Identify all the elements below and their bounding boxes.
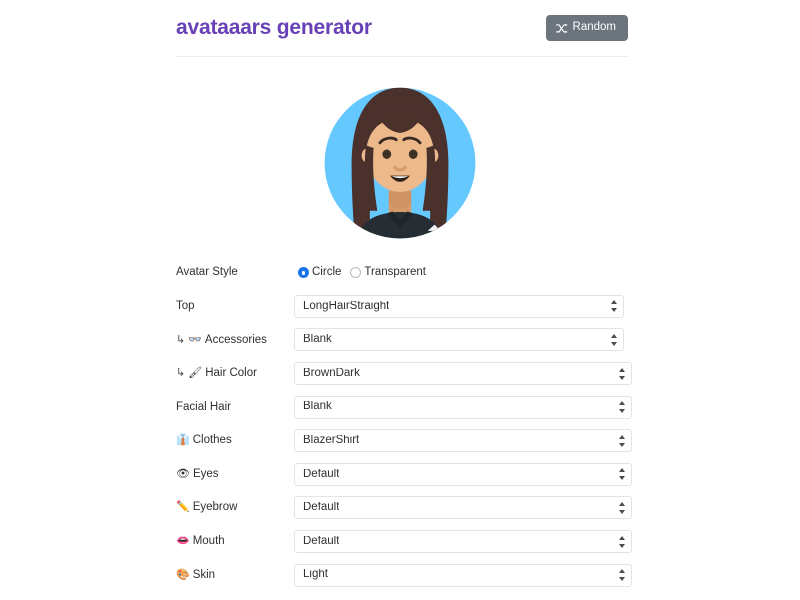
row-label-text: Eyes [192,467,219,480]
select-value: BlazerShirt [303,435,360,447]
sub-arrow-icon: ↳ [176,367,186,380]
shuffle-icon [555,23,568,34]
select-value: LongHairStraight [303,300,390,312]
random-button-label: Random [572,21,616,34]
radio-dot-transparent[interactable] [350,267,362,279]
hairbrush-icon: 🖌 [188,367,203,380]
control-zone: Default [294,458,636,492]
row-label-text: Facial Hair [176,400,231,413]
row-label-text: Eyebrow [192,501,238,514]
control-zone: LongHairStraight [294,290,636,324]
avatar-eye-right [408,149,418,159]
row-label-text: Accessories [204,333,267,346]
row-label-clothes: 👔 Clothes [176,433,294,448]
palette-icon: 🎨 [176,568,190,581]
row-label-hair-color: ↳ 🖌 Hair Color [176,366,294,381]
select-mouth[interactable]: Default [294,530,632,554]
avatar-eye-left [382,149,392,159]
select-skin[interactable]: Light [294,563,632,587]
eye-icon: 👁 [176,467,190,480]
row-label-text: Skin [192,568,216,581]
radio-circle[interactable]: Circle [298,267,341,279]
control-zone: Blank [294,390,636,424]
avatar-style-radio-group: Circle Transparent [294,267,426,279]
control-zone: Default [294,491,636,525]
sub-arrow-icon: ↳ [176,333,186,346]
form-row: ↳ 👓 Accessories Blank [176,323,636,357]
select-value: Blank [303,401,332,413]
form-row: ✏️ Eyebrow Default [176,491,636,525]
form-row: 👄 Mouth Default [176,525,636,559]
row-label-avatar-style: Avatar Style [176,265,294,280]
row-label-eyes: 👁 Eyes [176,467,294,482]
glasses-icon: 👓 [188,333,202,346]
row-label-text: Mouth [192,535,225,548]
select-stepper-icon[interactable] [618,401,625,414]
radio-label-transparent: Transparent [364,266,426,279]
form-row: 👁 Eyes Default [176,458,636,492]
page-root: avataaars generator Random Avatar Style … [0,0,800,600]
row-label-text: Top [176,299,195,312]
form-row: Top LongHairStraight [176,290,636,324]
control-zone: Light [294,558,636,592]
form-row: Facial Hair Blank [176,390,636,424]
select-value: Default [303,468,340,480]
radio-label-circle: Circle [312,266,342,279]
row-label-facial-hair: Facial Hair [176,400,294,415]
form-row: 👔 Clothes BlazerShirt [176,424,636,458]
select-hair-color[interactable]: BrownDark [294,362,632,386]
select-stepper-icon[interactable] [618,569,625,582]
select-stepper-icon[interactable] [618,468,625,481]
select-eyebrow[interactable]: Default [294,496,632,520]
avatar-options-form: Avatar Style Circle Transparent Top LongHair… [176,256,636,592]
control-zone: BrownDark [294,357,636,391]
row-label-text: Hair Color [205,367,257,380]
select-facial-hair[interactable]: Blank [294,395,632,419]
row-label-text: Avatar Style [176,266,238,279]
necktie-icon: 👔 [176,434,190,447]
select-stepper-icon[interactable] [618,501,625,514]
radio-dot-circle[interactable] [298,267,309,279]
radio-transparent[interactable]: Transparent [350,267,426,279]
select-stepper-icon[interactable] [618,434,625,447]
row-label-text: Clothes [192,434,232,447]
row-label-accessories: ↳ 👓 Accessories [176,333,294,348]
select-stepper-icon[interactable] [610,300,617,313]
page-title: avataaars generator [176,15,372,39]
select-clothes[interactable]: BlazerShirt [294,429,632,453]
select-value: BrownDark [303,367,360,379]
form-row: 🎨 Skin Light [176,558,636,592]
pencil-icon: ✏️ [176,501,190,514]
select-stepper-icon[interactable] [618,367,625,380]
select-accessories[interactable]: Blank [294,328,624,352]
page-container: avataaars generator Random [176,0,628,57]
app-header: avataaars generator Random [176,0,628,57]
select-top[interactable]: LongHairStraight [294,294,624,318]
lips-icon: 👄 [176,535,190,548]
row-label-top: Top [176,299,294,314]
select-value: Default [303,502,340,514]
control-zone: BlazerShirt [294,424,636,458]
random-button[interactable]: Random [545,15,628,41]
select-stepper-icon[interactable] [618,535,625,548]
control-zone: Default [294,525,636,559]
select-value: Blank [303,334,332,346]
row-label-skin: 🎨 Skin [176,568,294,583]
select-stepper-icon[interactable] [610,333,617,346]
control-zone: Circle Transparent [294,256,636,290]
select-value: Light [303,569,328,581]
select-eyes[interactable]: Default [294,462,632,486]
avatar-svg [324,87,476,239]
row-label-eyebrow: ✏️ Eyebrow [176,500,294,515]
select-value: Default [303,535,340,547]
control-zone: Blank [294,323,636,357]
row-label-mouth: 👄 Mouth [176,534,294,549]
avatar-preview [312,70,488,246]
form-row: ↳ 🖌 Hair Color BrownDark [176,357,636,391]
form-row: Avatar Style Circle Transparent [176,256,636,290]
